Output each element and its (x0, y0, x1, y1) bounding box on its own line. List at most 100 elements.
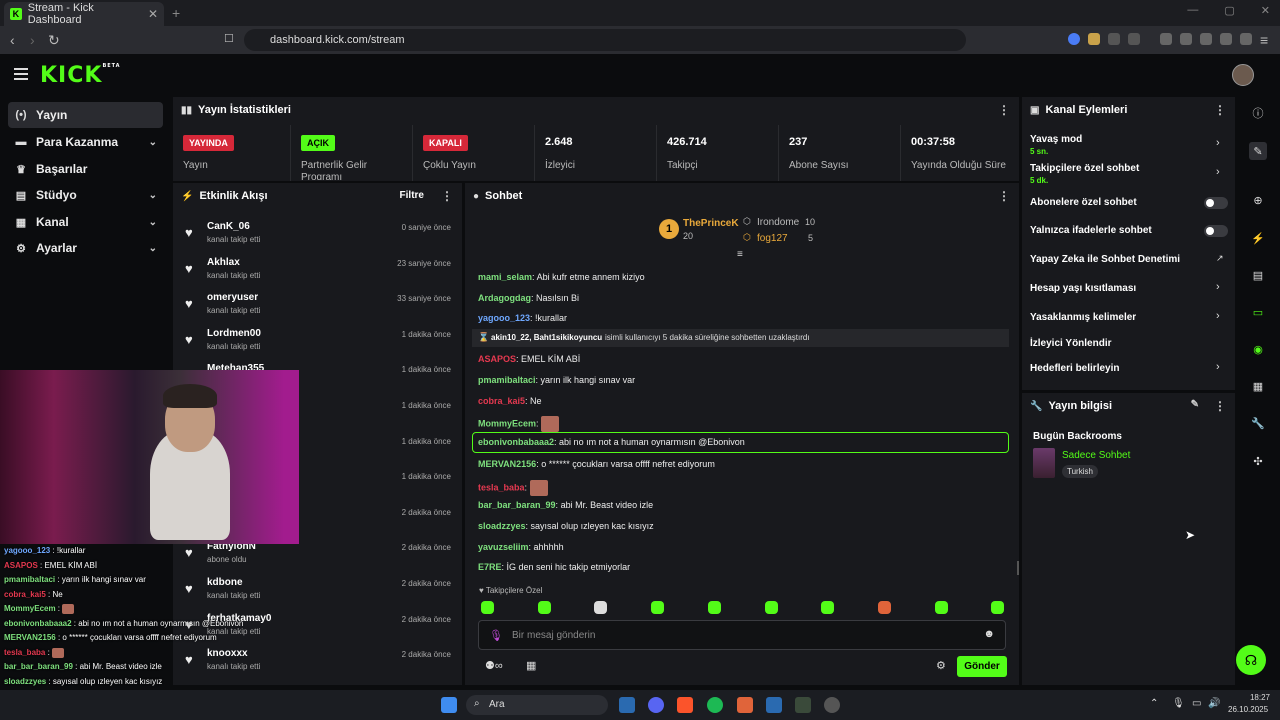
app-icon[interactable] (795, 697, 811, 713)
taskbar-date[interactable]: 26.10.2025 (1228, 705, 1268, 714)
forward-icon[interactable]: › (30, 32, 35, 48)
taskbar-search[interactable]: ⌕ Ara (466, 695, 608, 715)
ai-moderation-row[interactable]: Yapay Zeka ile Sohbet Denetimi (1030, 254, 1180, 265)
layout-icon[interactable]: ▦ (1249, 377, 1267, 395)
sidebar-item-basarilar[interactable]: ♛ Başarılar (8, 156, 163, 182)
activity-username[interactable]: omeryuser (207, 292, 258, 303)
menu-icon[interactable]: ≡ (1260, 32, 1268, 48)
activity-username[interactable]: Akhlax (207, 257, 240, 268)
emote-icon[interactable] (707, 601, 721, 614)
chat-username[interactable]: mami_selam (478, 272, 532, 282)
close-tab-icon[interactable]: ✕ (148, 7, 158, 21)
chat-tools-icon[interactable]: ⚉∞ (485, 659, 503, 672)
kick-logo[interactable]: KICKBETA (40, 63, 121, 88)
sidebar-item-yayin[interactable]: (•) Yayın (8, 102, 163, 128)
category-link[interactable]: Sadece Sohbet (1062, 450, 1130, 461)
windows-start-icon[interactable] (441, 697, 457, 713)
spotify-icon[interactable] (707, 697, 723, 713)
raid-row[interactable]: İzleyici Yönlendir (1030, 338, 1112, 349)
extension-icon[interactable] (1068, 33, 1080, 45)
activity-username[interactable]: knooxxx (207, 648, 248, 659)
language-tag[interactable]: Turkish (1062, 465, 1098, 478)
taskbar-time[interactable]: 18:27 (1230, 693, 1270, 702)
chat-username[interactable]: sloadzzyes (478, 521, 526, 531)
app-icon[interactable] (737, 697, 753, 713)
subscribers-chat-toggle[interactable] (1204, 197, 1228, 209)
emote-icon[interactable] (594, 601, 608, 614)
chat-username[interactable]: pmamibaltaci (478, 375, 536, 385)
chevron-right-icon[interactable]: › (1216, 137, 1220, 149)
goals-row[interactable]: Hedefleri belirleyin (1030, 363, 1119, 374)
extension-icon[interactable] (1108, 33, 1120, 45)
chat-username[interactable]: MERVAN2156 (478, 459, 536, 469)
info-icon[interactable]: ⓘ (1249, 104, 1267, 122)
broadcast-icon[interactable]: ◉ (1249, 340, 1267, 358)
new-tab-icon[interactable]: + (172, 5, 180, 21)
back-icon[interactable]: ‹ (10, 32, 15, 48)
chevron-right-icon[interactable]: › (1216, 281, 1220, 293)
emote-icon[interactable] (877, 601, 891, 614)
url-bar[interactable]: dashboard.kick.com/stream (244, 29, 966, 51)
emote-icon[interactable] (481, 601, 494, 614)
browser-tab[interactable]: K Stream - Kick Dashboard ✕ (4, 2, 164, 26)
emote-icon[interactable] (821, 601, 835, 614)
external-link-icon[interactable]: ↗ (1216, 253, 1224, 264)
more-options-icon[interactable]: ⋮ (1214, 103, 1226, 117)
emote-icon[interactable] (651, 601, 665, 614)
music-icon[interactable] (1160, 33, 1172, 45)
microphone-icon[interactable]: 🎙 (1172, 698, 1185, 709)
brave-icon[interactable] (677, 697, 693, 713)
send-button[interactable]: Gönder (957, 656, 1007, 677)
discord-icon[interactable] (648, 697, 664, 713)
tray-expand-icon[interactable]: ⌃ (1150, 698, 1158, 709)
more-options-icon[interactable]: ⋮ (998, 103, 1010, 117)
user-avatar[interactable] (1232, 64, 1254, 86)
sidebar-item-para-kazanma[interactable]: ▬ Para Kazanma ⌄ (8, 129, 163, 155)
chat-username[interactable]: cobra_kai5 (478, 396, 525, 406)
chat-username[interactable]: bar_bar_baran_99 (478, 500, 556, 510)
slow-mode-row[interactable]: Yavaş mod 5 sn. (1030, 134, 1082, 156)
activity-username[interactable]: kdbone (207, 577, 243, 588)
emote-icon[interactable] (934, 601, 948, 614)
sidebar-item-studyo[interactable]: ▤ Stüdyo ⌄ (8, 182, 163, 208)
extension-icon[interactable] (1088, 33, 1100, 45)
chat-username[interactable]: Ardagogdag (478, 293, 531, 303)
steam-icon[interactable] (619, 697, 635, 713)
support-headset-icon[interactable]: ☊ (1236, 645, 1266, 675)
chat-username[interactable]: yagooo_123 (478, 313, 530, 323)
document-icon[interactable]: ▤ (1249, 266, 1267, 284)
edit-icon[interactable]: ✎ (1191, 399, 1199, 410)
chat-username[interactable]: E7RE (478, 562, 502, 572)
chat-username[interactable]: ebonivonbabaaa2 (478, 437, 554, 447)
extension-icon[interactable] (1128, 33, 1140, 45)
plugin-icon[interactable]: ✣ (1249, 452, 1267, 470)
chat-input-box[interactable]: 🎙 Bir mesaj gönderin ☻ (478, 620, 1006, 650)
activity-item[interactable]: ♥ omeryuser kanalı takip etti 33 saniye önc… (173, 288, 463, 324)
pencil-icon[interactable]: ✎ (1249, 142, 1267, 160)
mic-icon[interactable]: 🎙 (489, 629, 503, 642)
chat-username[interactable]: yavuzseliim (478, 542, 529, 552)
bookmark-icon[interactable]: ☐ (224, 32, 234, 45)
chevron-right-icon[interactable]: › (1216, 361, 1220, 373)
emote-only-toggle[interactable] (1204, 225, 1228, 237)
chat-username[interactable]: tesla_baba (478, 482, 525, 492)
chat-settings-icon[interactable]: ⚙ (936, 659, 946, 672)
store-icon[interactable]: ▦ (526, 659, 536, 672)
activity-item[interactable]: ♥ Akhlax kanalı takip etti 23 saniye önce (173, 253, 463, 289)
ai-icon[interactable] (1220, 33, 1232, 45)
sidebar-item-kanal[interactable]: ▦ Kanal ⌄ (8, 209, 163, 235)
filter-button[interactable]: Filtre (400, 190, 424, 201)
activity-item[interactable]: ♥ Lordmen00 kanalı takip etti 1 dakika önce (173, 324, 463, 360)
chat-scrollbar[interactable] (1017, 561, 1019, 575)
chat-username[interactable]: ASAPOS (478, 354, 516, 364)
emote-icon[interactable] (537, 601, 551, 614)
age-restriction-row[interactable]: Hesap yaşı kısıtlaması (1030, 283, 1136, 294)
chevron-right-icon[interactable]: › (1216, 166, 1220, 178)
chat-icon[interactable]: ▭ (1249, 303, 1267, 321)
leaderboard-toggle-icon[interactable]: ≡ (737, 249, 743, 260)
maximize-icon[interactable]: ▢ (1224, 4, 1234, 17)
followers-chat-row[interactable]: Takipçilere özel sohbet 5 dk. (1030, 163, 1139, 185)
more-options-icon[interactable]: ⋮ (441, 189, 453, 203)
wrench-icon[interactable]: 🔧 (1249, 414, 1267, 432)
chevron-right-icon[interactable]: › (1216, 310, 1220, 322)
